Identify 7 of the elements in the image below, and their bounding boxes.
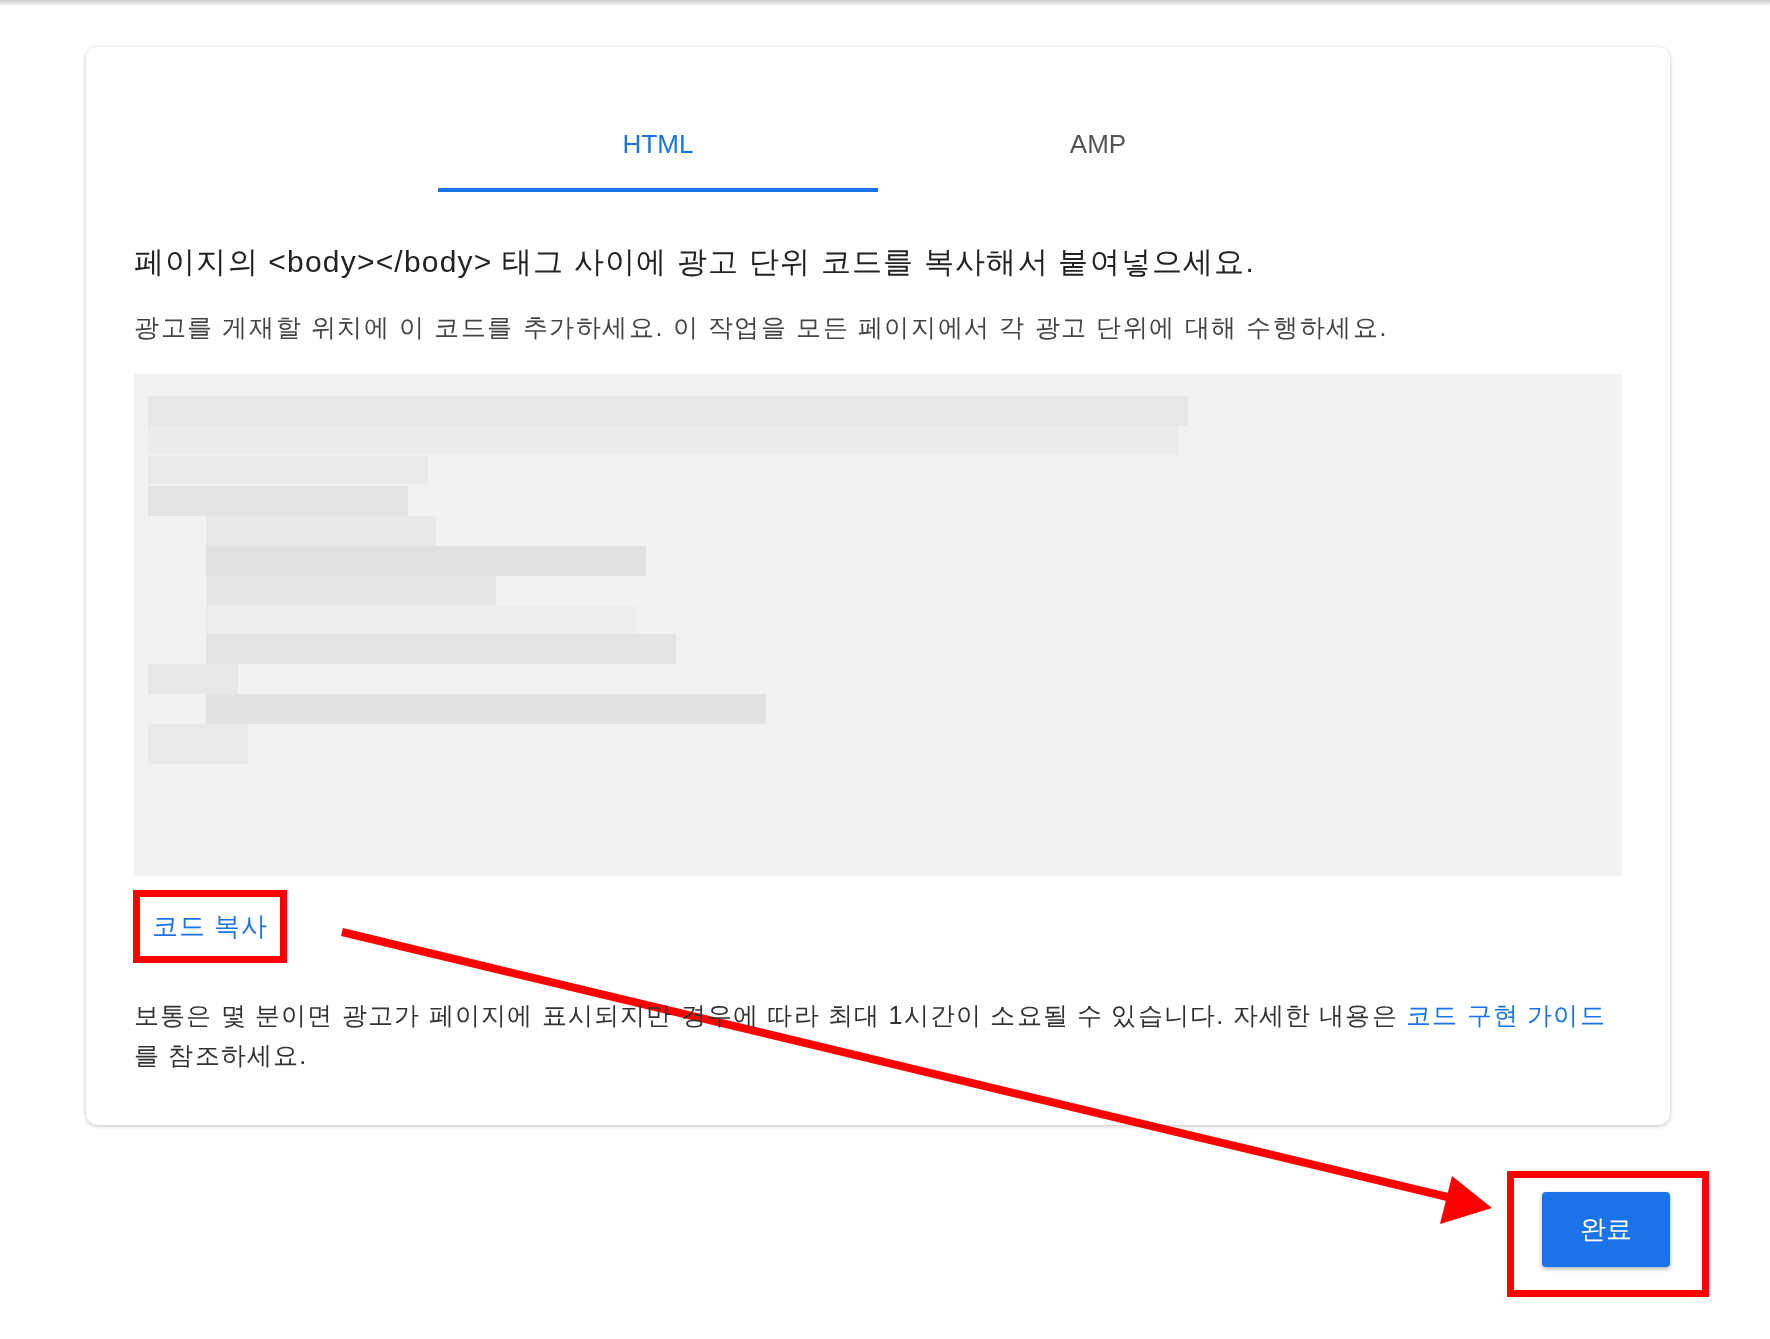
copy-code-link[interactable]: 코드 복사 xyxy=(148,907,273,946)
tab[interactable]: HTML xyxy=(438,111,878,192)
done-button[interactable]: 완료 xyxy=(1542,1192,1670,1267)
heading: 페이지의 <body></body> 태그 사이에 광고 단위 코드를 복사해서 붙여넣으세요. xyxy=(134,244,1257,280)
tab[interactable]: AMP xyxy=(878,111,1318,192)
instruction-text: 광고를 게재할 위치에 이 코드를 추가하세요. 이 작업을 모든 페이지에서 각 광고 단위에 대해 수행하세요. xyxy=(134,312,1389,343)
guide-link[interactable]: 코드 구현 가이드 xyxy=(1406,1001,1606,1029)
